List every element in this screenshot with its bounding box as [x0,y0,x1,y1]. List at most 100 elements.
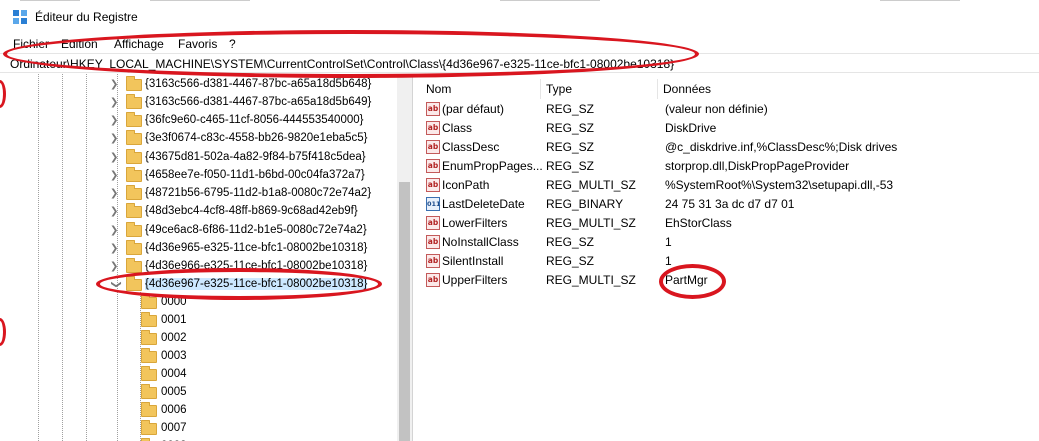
value-name[interactable]: NoInstallClass [442,235,519,249]
tree-key-label[interactable]: {43675d81-502a-4a82-9f84-b75f418c5dea} [145,151,366,163]
tree-key-selected[interactable]: ❯ {4d36e967-e325-11ce-bfc1-08002be10318} [0,276,400,294]
tree-subkey[interactable]: 0007 [0,420,400,438]
value-name[interactable]: (par défaut) [442,102,504,116]
tree-key[interactable]: ❯ {3163c566-d381-4467-87bc-a65a18d5b649} [0,94,400,112]
value-row[interactable]: ab Class REG_SZ DiskDrive [418,119,1039,138]
value-row[interactable]: ab EnumPropPages... REG_SZ storprop.dll,… [418,157,1039,176]
menu-favoris[interactable]: Favoris [178,37,217,51]
value-name[interactable]: ClassDesc [442,140,499,154]
string-value-icon: ab [426,273,440,287]
value-row[interactable]: ab SilentInstall REG_SZ 1 [418,252,1039,271]
key-tree-pane: ❯ {3163c566-d381-4467-87bc-a65a18d5b648}… [0,74,413,441]
tree-subkey[interactable]: 0006 [0,402,400,420]
chevron-right-icon[interactable]: ❯ [110,170,118,181]
value-name[interactable]: SilentInstall [442,254,503,268]
value-type: REG_SZ [546,140,595,154]
folder-icon [141,348,157,363]
tree-subkey-label[interactable]: 0005 [161,386,187,398]
tree-subkey-label[interactable]: 0004 [161,368,187,380]
tree-subkey[interactable]: 0003 [0,348,400,366]
value-row[interactable]: 011 LastDeleteDate REG_BINARY 24 75 31 3… [418,195,1039,214]
chevron-right-icon[interactable]: ❯ [110,115,118,126]
tree-subkey-label[interactable]: 0001 [161,314,187,326]
value-name[interactable]: LastDeleteDate [442,197,525,211]
tree-key[interactable]: ❯ {48721b56-6795-11d2-b1a8-0080c72e74a2} [0,185,400,203]
menu-bar: Fichier Edition Affichage Favoris ? [0,34,1039,53]
chevron-right-icon[interactable]: ❯ [110,79,118,90]
menu-fichier[interactable]: Fichier [13,37,49,51]
chevron-right-icon[interactable]: ❯ [110,261,118,272]
tree-key-label[interactable]: {3e3f0674-c83c-4558-bb26-9820e1eba5c5} [145,132,368,144]
tree-key-label[interactable]: {4d36e966-e325-11ce-bfc1-08002be10318} [145,260,367,272]
value-name[interactable]: Class [442,121,472,135]
tree-key-label[interactable]: {4d36e965-e325-11ce-bfc1-08002be10318} [145,242,367,254]
tree-scrollbar-thumb[interactable] [399,182,410,441]
tree-key[interactable]: ❯ {48d3ebc4-4cf8-48ff-b869-9c68ad42eb9f} [0,203,400,221]
value-data: storprop.dll,DiskPropPageProvider [665,159,850,173]
string-value-icon: ab [426,178,440,192]
chevron-right-icon[interactable]: ❯ [110,243,118,254]
tree-key-label[interactable]: {48d3ebc4-4cf8-48ff-b869-9c68ad42eb9f} [145,205,358,217]
value-row[interactable]: ab UpperFilters REG_MULTI_SZ PartMgr [418,271,1039,290]
chevron-right-icon[interactable]: ❯ [110,225,118,236]
chevron-right-icon[interactable]: ❯ [110,188,118,199]
tree-subkey-label[interactable]: 0003 [161,350,187,362]
menu-edition[interactable]: Edition [61,37,98,51]
column-divider[interactable] [657,79,658,99]
chevron-down-icon[interactable]: ❯ [111,280,122,288]
value-name[interactable]: LowerFilters [442,216,507,230]
folder-icon [141,420,157,435]
tree-subkey-label[interactable]: 0007 [161,422,187,434]
value-row[interactable]: ab IconPath REG_MULTI_SZ %SystemRoot%\Sy… [418,176,1039,195]
value-data: 1 [665,254,672,268]
tree-subkey[interactable]: 0002 [0,330,400,348]
background-window-edge [880,0,960,4]
tree-key[interactable]: ❯ {4658ee7e-f050-11d1-b6bd-00c04fa372a7} [0,167,400,185]
value-row[interactable]: ab (par défaut) REG_SZ (valeur non défin… [418,100,1039,119]
value-name[interactable]: UpperFilters [442,273,507,287]
tree-key[interactable]: ❯ {36fc9e60-c465-11cf-8056-444553540000} [0,112,400,130]
address-bar[interactable]: Ordinateur\HKEY_LOCAL_MACHINE\SYSTEM\Cur… [0,53,1039,73]
tree-key-label[interactable]: {48721b56-6795-11d2-b1a8-0080c72e74a2} [145,187,371,199]
chevron-right-icon[interactable]: ❯ [110,206,118,217]
column-name-header[interactable]: Nom [426,82,451,96]
folder-icon [126,222,142,237]
value-name[interactable]: IconPath [442,178,489,192]
tree-key[interactable]: ❯ {3e3f0674-c83c-4558-bb26-9820e1eba5c5} [0,130,400,148]
menu-affichage[interactable]: Affichage [114,37,164,51]
value-data: DiskDrive [665,121,717,135]
tree-key[interactable]: ❯ {49ce6ac8-6f86-11d2-b1e5-0080c72e74a2} [0,222,400,240]
chevron-right-icon[interactable]: ❯ [110,133,118,144]
tree-key[interactable]: ❯ {3163c566-d381-4467-87bc-a65a18d5b648} [0,76,400,94]
tree-subkey[interactable]: 0004 [0,366,400,384]
tree-key-label[interactable]: {4d36e967-e325-11ce-bfc1-08002be10318} [145,278,368,290]
value-name[interactable]: EnumPropPages... [442,159,543,173]
value-data: PartMgr [665,273,708,287]
chevron-right-icon[interactable]: ❯ [110,152,118,163]
value-row[interactable]: ab ClassDesc REG_SZ @c_diskdrive.inf,%Cl… [418,138,1039,157]
tree-key-label[interactable]: {49ce6ac8-6f86-11d2-b1e5-0080c72e74a2} [145,224,367,236]
values-pane: Nom Type Données ab (par défaut) REG_SZ … [418,74,1039,441]
tree-key-label[interactable]: {3163c566-d381-4467-87bc-a65a18d5b648} [145,78,371,90]
tree-subkey-label[interactable]: 0002 [161,332,187,344]
tree-subkey[interactable]: 0000 [0,294,400,312]
tree-key-label[interactable]: {3163c566-d381-4467-87bc-a65a18d5b649} [145,96,371,108]
tree-key[interactable]: ❯ {43675d81-502a-4a82-9f84-b75f418c5dea} [0,149,400,167]
address-path[interactable]: Ordinateur\HKEY_LOCAL_MACHINE\SYSTEM\Cur… [10,57,674,71]
tree-subkey-label[interactable]: 0000 [161,296,187,308]
tree-key-label[interactable]: {36fc9e60-c465-11cf-8056-444553540000} [145,114,363,126]
tree-subkey[interactable]: 0001 [0,312,400,330]
column-divider[interactable] [540,79,541,99]
tree-subkey-label[interactable]: 0006 [161,404,187,416]
column-data-header[interactable]: Données [663,82,711,96]
tree-key[interactable]: ❯ {4d36e965-e325-11ce-bfc1-08002be10318} [0,240,400,258]
column-type-header[interactable]: Type [546,82,572,96]
menu-help[interactable]: ? [229,37,236,51]
value-row[interactable]: ab NoInstallClass REG_SZ 1 [418,233,1039,252]
tree-subkey[interactable]: 0005 [0,384,400,402]
value-type: REG_SZ [546,235,595,249]
tree-key-label[interactable]: {4658ee7e-f050-11d1-b6bd-00c04fa372a7} [145,169,365,181]
tree-key[interactable]: ❯ {4d36e966-e325-11ce-bfc1-08002be10318} [0,258,400,276]
value-row[interactable]: ab LowerFilters REG_MULTI_SZ EhStorClass [418,214,1039,233]
chevron-right-icon[interactable]: ❯ [110,97,118,108]
